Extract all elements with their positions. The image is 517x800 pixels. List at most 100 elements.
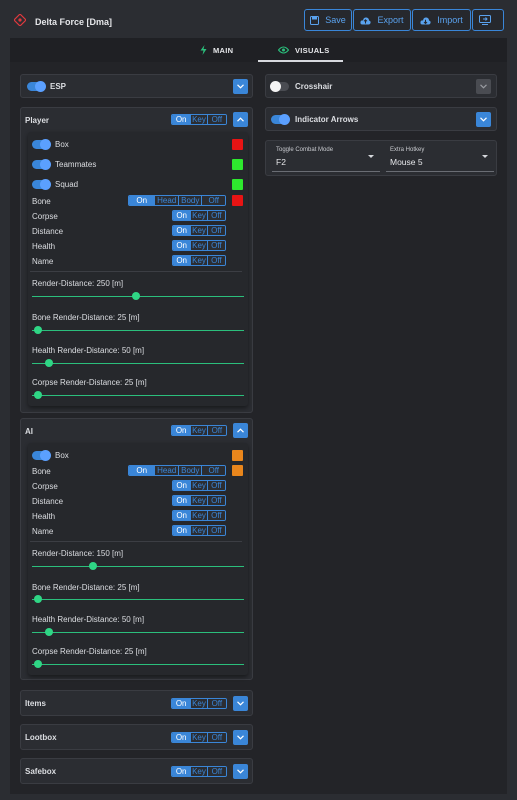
mode-off[interactable]: Off <box>206 496 225 505</box>
mode-on[interactable]: On <box>173 511 191 520</box>
player-mode-selector[interactable]: On Key Off <box>171 114 227 125</box>
mode-on[interactable]: On <box>173 211 191 220</box>
bone-mode-head[interactable]: Head <box>154 196 178 205</box>
mode-off[interactable]: Off <box>206 426 226 435</box>
mode-off[interactable]: Off <box>206 241 225 250</box>
mode-off[interactable]: Off <box>206 733 226 742</box>
player-teammates-toggle[interactable] <box>32 159 51 170</box>
slider-thumb[interactable] <box>44 359 53 367</box>
mode-off[interactable]: Off <box>206 256 225 265</box>
mode-key[interactable]: Key <box>190 526 207 535</box>
ai-corpse-mode-selector[interactable]: On Key Off <box>172 480 226 491</box>
crosshair-expand-button[interactable] <box>476 79 491 94</box>
player-name-mode-selector[interactable]: On Key Off <box>172 255 226 266</box>
slider-thumb[interactable] <box>34 595 43 603</box>
mode-on[interactable]: On <box>173 256 191 265</box>
safebox-expand-button[interactable] <box>233 764 248 779</box>
mode-key[interactable]: Key <box>190 481 207 490</box>
ai-bone-mode-selector[interactable]: On Head Body Off <box>128 465 226 476</box>
tab-main[interactable]: MAIN <box>200 38 233 62</box>
slider-thumb[interactable] <box>131 292 140 300</box>
save-button[interactable]: Save <box>304 9 352 31</box>
indicator-arrows-expand-button[interactable] <box>476 112 491 127</box>
mode-off[interactable]: Off <box>206 699 226 708</box>
bone-mode-on[interactable]: On <box>129 466 155 475</box>
mode-on[interactable]: On <box>172 426 191 435</box>
mode-off[interactable]: Off <box>206 226 225 235</box>
ai-render-distance-slider[interactable] <box>32 566 244 567</box>
player-squad-color-swatch[interactable] <box>232 179 243 190</box>
slider-thumb[interactable] <box>34 326 43 334</box>
player-squad-toggle[interactable] <box>32 179 51 190</box>
mode-off[interactable]: Off <box>206 211 225 220</box>
export-button[interactable]: Export <box>353 9 411 31</box>
player-box-color-swatch[interactable] <box>232 139 243 150</box>
bone-mode-head[interactable]: Head <box>154 466 178 475</box>
mode-off[interactable]: Off <box>206 767 226 776</box>
mode-on[interactable]: On <box>173 526 191 535</box>
ai-distance-mode-selector[interactable]: On Key Off <box>172 495 226 506</box>
ai-corpse-render-distance-slider[interactable] <box>32 664 244 665</box>
safebox-mode-selector[interactable]: On Key Off <box>171 766 227 777</box>
ai-bone-color-swatch[interactable] <box>232 465 243 476</box>
mode-key[interactable]: Key <box>190 211 207 220</box>
mode-on[interactable]: On <box>173 226 191 235</box>
mode-off[interactable]: Off <box>206 115 226 124</box>
ai-box-color-swatch[interactable] <box>232 450 243 461</box>
mode-on[interactable]: On <box>173 496 191 505</box>
player-distance-mode-selector[interactable]: On Key Off <box>172 225 226 236</box>
window-button[interactable] <box>472 9 504 31</box>
mode-key[interactable]: Key <box>190 511 207 520</box>
slider-thumb[interactable] <box>89 562 98 570</box>
player-bone-mode-selector[interactable]: On Head Body Off <box>128 195 226 206</box>
import-button[interactable]: Import <box>412 9 471 31</box>
mode-key[interactable]: Key <box>190 426 207 435</box>
mode-key[interactable]: Key <box>190 767 207 776</box>
player-teammates-color-swatch[interactable] <box>232 159 243 170</box>
mode-key[interactable]: Key <box>190 699 207 708</box>
extra-hotkey-select[interactable]: Extra Hotkey Mouse 5 <box>386 144 494 172</box>
ai-bone-render-distance-slider[interactable] <box>32 599 244 600</box>
player-health-render-distance-slider[interactable] <box>32 363 244 364</box>
mode-key[interactable]: Key <box>190 733 207 742</box>
ai-collapse-button[interactable] <box>233 423 248 438</box>
lootbox-mode-selector[interactable]: On Key Off <box>171 732 227 743</box>
mode-on[interactable]: On <box>173 241 191 250</box>
slider-thumb[interactable] <box>44 628 53 636</box>
ai-box-toggle[interactable] <box>32 450 51 461</box>
esp-expand-button[interactable] <box>233 79 248 94</box>
mode-on[interactable]: On <box>172 733 191 742</box>
player-health-mode-selector[interactable]: On Key Off <box>172 240 226 251</box>
ai-name-mode-selector[interactable]: On Key Off <box>172 525 226 536</box>
slider-thumb[interactable] <box>34 660 43 668</box>
bone-mode-off[interactable]: Off <box>201 196 225 205</box>
player-corpse-render-distance-slider[interactable] <box>32 395 244 396</box>
player-collapse-button[interactable] <box>233 112 248 127</box>
mode-off[interactable]: Off <box>206 481 225 490</box>
ai-health-render-distance-slider[interactable] <box>32 632 244 633</box>
mode-key[interactable]: Key <box>190 256 207 265</box>
mode-on[interactable]: On <box>172 699 191 708</box>
mode-key[interactable]: Key <box>190 241 207 250</box>
esp-toggle[interactable] <box>27 81 46 92</box>
tab-visuals[interactable]: VISUALS <box>278 38 330 62</box>
items-expand-button[interactable] <box>233 696 248 711</box>
mode-on[interactable]: On <box>172 115 191 124</box>
mode-on[interactable]: On <box>173 481 191 490</box>
bone-mode-off[interactable]: Off <box>201 466 225 475</box>
items-mode-selector[interactable]: On Key Off <box>171 698 227 709</box>
mode-key[interactable]: Key <box>190 496 207 505</box>
player-bone-color-swatch[interactable] <box>232 195 243 206</box>
crosshair-toggle[interactable] <box>270 81 289 92</box>
indicator-arrows-toggle[interactable] <box>271 114 290 125</box>
slider-thumb[interactable] <box>34 391 43 399</box>
bone-mode-body[interactable]: Body <box>177 466 202 475</box>
player-corpse-mode-selector[interactable]: On Key Off <box>172 210 226 221</box>
mode-key[interactable]: Key <box>190 115 207 124</box>
player-bone-render-distance-slider[interactable] <box>32 330 244 331</box>
toggle-combat-mode-select[interactable]: Toggle Combat Mode F2 <box>272 144 380 172</box>
bone-mode-on[interactable]: On <box>129 196 155 205</box>
ai-health-mode-selector[interactable]: On Key Off <box>172 510 226 521</box>
ai-mode-selector[interactable]: On Key Off <box>171 425 227 436</box>
player-box-toggle[interactable] <box>32 139 51 150</box>
